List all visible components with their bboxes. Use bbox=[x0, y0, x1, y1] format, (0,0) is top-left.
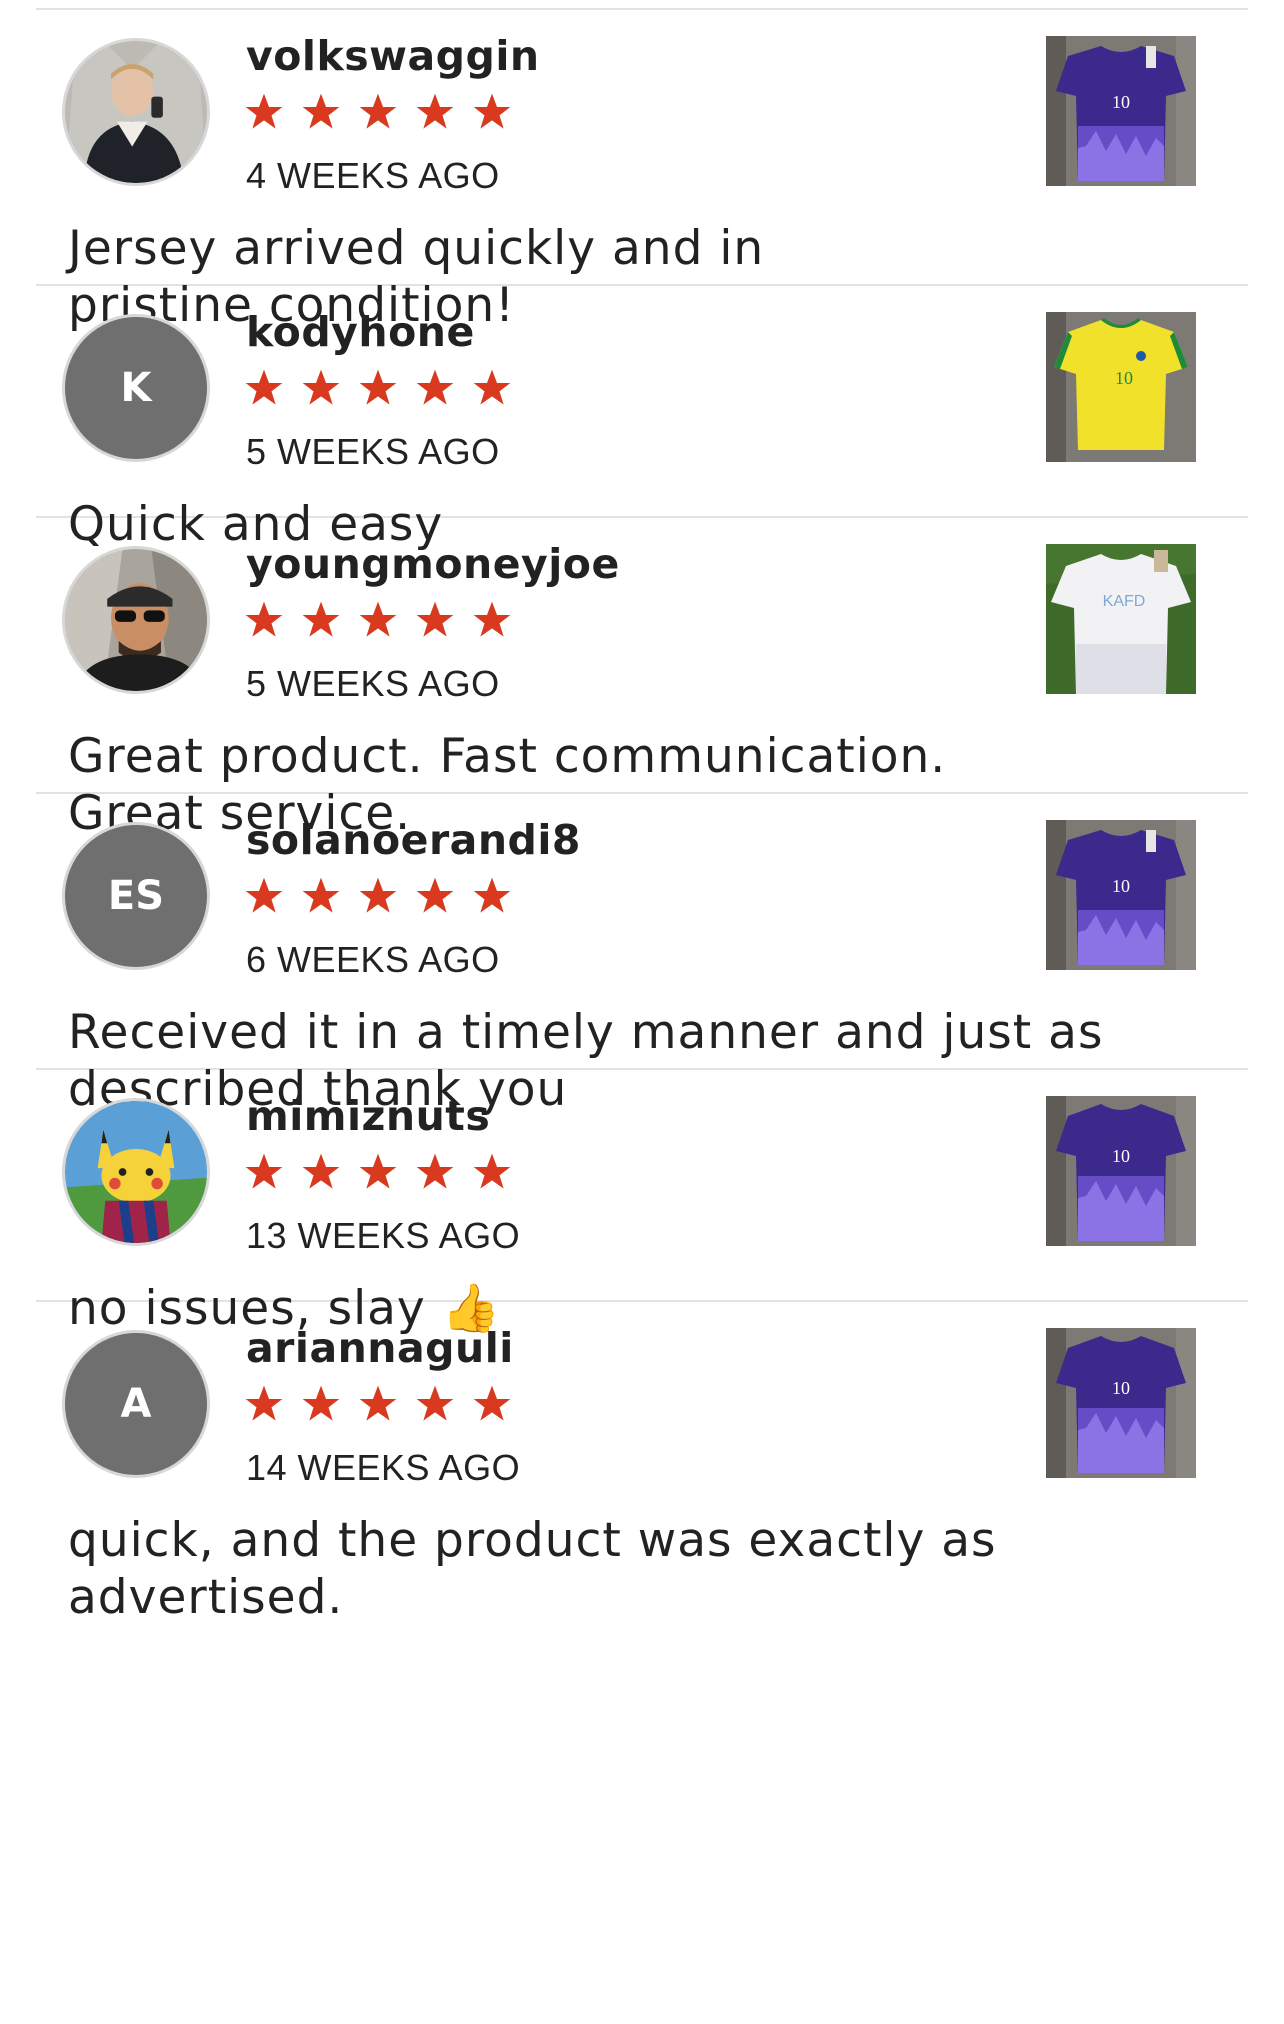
purple-jersey-thumbnail-icon: 10 bbox=[1046, 1096, 1196, 1246]
star-icon bbox=[473, 93, 511, 129]
avatar[interactable] bbox=[62, 38, 210, 186]
star-icon bbox=[302, 1385, 340, 1421]
product-thumbnail[interactable]: 10 bbox=[1046, 1328, 1196, 1478]
star-icon bbox=[359, 369, 397, 405]
star-icon bbox=[416, 369, 454, 405]
review-username[interactable]: ariannaguli bbox=[246, 1324, 514, 1372]
star-icon bbox=[416, 1385, 454, 1421]
star-icon bbox=[359, 93, 397, 129]
star-rating bbox=[244, 1152, 512, 1192]
review-text: quick, and the product was exactly as ad… bbox=[68, 1513, 997, 1625]
review-item: A ariannaguli 14 WEEKS AGO quick, and th… bbox=[36, 1302, 1248, 1625]
purple-jersey-thumbnail-icon: 10 bbox=[1046, 1328, 1196, 1478]
review-date: 13 WEEKS AGO bbox=[246, 1215, 521, 1256]
star-icon bbox=[473, 1385, 511, 1421]
avatar[interactable] bbox=[62, 1098, 210, 1246]
star-icon bbox=[359, 601, 397, 637]
review-item: mimiznuts 13 WEEKS AGO no issues, slay 👍… bbox=[36, 1070, 1248, 1336]
star-icon bbox=[302, 601, 340, 637]
star-icon bbox=[245, 601, 283, 637]
svg-text:KAFD: KAFD bbox=[1103, 593, 1146, 610]
avatar[interactable]: K bbox=[62, 314, 210, 462]
person-photo-icon bbox=[65, 41, 207, 183]
star-icon bbox=[245, 877, 283, 913]
star-icon bbox=[302, 93, 340, 129]
star-icon bbox=[416, 1153, 454, 1189]
product-thumbnail[interactable]: KAFD bbox=[1046, 544, 1196, 694]
star-icon bbox=[416, 877, 454, 913]
star-rating bbox=[244, 92, 512, 132]
star-icon bbox=[359, 1385, 397, 1421]
star-rating bbox=[244, 876, 512, 916]
avatar[interactable]: A bbox=[62, 1330, 210, 1478]
product-thumbnail[interactable]: 10 bbox=[1046, 312, 1196, 462]
star-icon bbox=[473, 601, 511, 637]
product-thumbnail[interactable]: 10 bbox=[1046, 820, 1196, 970]
svg-text:10: 10 bbox=[1115, 368, 1133, 388]
yellow-jersey-thumbnail-icon: 10 bbox=[1046, 312, 1196, 462]
avatar-initials: A bbox=[120, 1381, 152, 1427]
star-icon bbox=[473, 1153, 511, 1189]
person-photo-icon bbox=[65, 549, 207, 691]
avatar[interactable]: ES bbox=[62, 822, 210, 970]
review-username[interactable]: volkswaggin bbox=[246, 32, 540, 80]
svg-text:10: 10 bbox=[1112, 1146, 1130, 1166]
review-username[interactable]: kodyhone bbox=[246, 308, 475, 356]
review-username[interactable]: solanoerandi8 bbox=[246, 816, 581, 864]
star-icon bbox=[473, 369, 511, 405]
review-item: youngmoneyjoe 5 WEEKS AGO Great product.… bbox=[36, 518, 1248, 841]
star-icon bbox=[302, 877, 340, 913]
star-rating bbox=[244, 368, 512, 408]
star-icon bbox=[302, 1153, 340, 1189]
review-item: K kodyhone 5 WEEKS AGO Quick and easy 10 bbox=[36, 286, 1248, 552]
cartoon-photo-icon bbox=[65, 1101, 207, 1243]
purple-jersey-thumbnail-icon: 10 bbox=[1046, 820, 1196, 970]
product-thumbnail[interactable]: 10 bbox=[1046, 36, 1196, 186]
review-item: volkswaggin 4 WEEKS AGO Jersey arrived q… bbox=[36, 10, 1248, 333]
star-icon bbox=[416, 601, 454, 637]
avatar[interactable] bbox=[62, 546, 210, 694]
review-username[interactable]: youngmoneyjoe bbox=[246, 540, 620, 588]
star-icon bbox=[302, 369, 340, 405]
purple-jersey-thumbnail-icon: 10 bbox=[1046, 36, 1196, 186]
review-username[interactable]: mimiznuts bbox=[246, 1092, 490, 1140]
white-jersey-thumbnail-icon: KAFD bbox=[1046, 544, 1196, 694]
star-icon bbox=[359, 1153, 397, 1189]
review-date: 5 WEEKS AGO bbox=[246, 663, 500, 704]
avatar-initials: K bbox=[120, 365, 152, 411]
star-icon bbox=[416, 93, 454, 129]
avatar-initials: ES bbox=[107, 873, 165, 919]
svg-text:10: 10 bbox=[1112, 92, 1130, 112]
svg-text:10: 10 bbox=[1112, 876, 1130, 896]
star-rating bbox=[244, 1384, 512, 1424]
star-icon bbox=[245, 93, 283, 129]
star-icon bbox=[245, 369, 283, 405]
review-date: 4 WEEKS AGO bbox=[246, 155, 500, 196]
star-icon bbox=[245, 1153, 283, 1189]
star-icon bbox=[359, 877, 397, 913]
review-date: 5 WEEKS AGO bbox=[246, 431, 500, 472]
star-icon bbox=[245, 1385, 283, 1421]
star-icon bbox=[473, 877, 511, 913]
product-thumbnail[interactable]: 10 bbox=[1046, 1096, 1196, 1246]
star-rating bbox=[244, 600, 512, 640]
review-date: 6 WEEKS AGO bbox=[246, 939, 500, 980]
svg-text:10: 10 bbox=[1112, 1378, 1130, 1398]
review-date: 14 WEEKS AGO bbox=[246, 1447, 521, 1488]
review-item: ES solanoerandi8 6 WEEKS AGO Received it… bbox=[36, 794, 1248, 1117]
